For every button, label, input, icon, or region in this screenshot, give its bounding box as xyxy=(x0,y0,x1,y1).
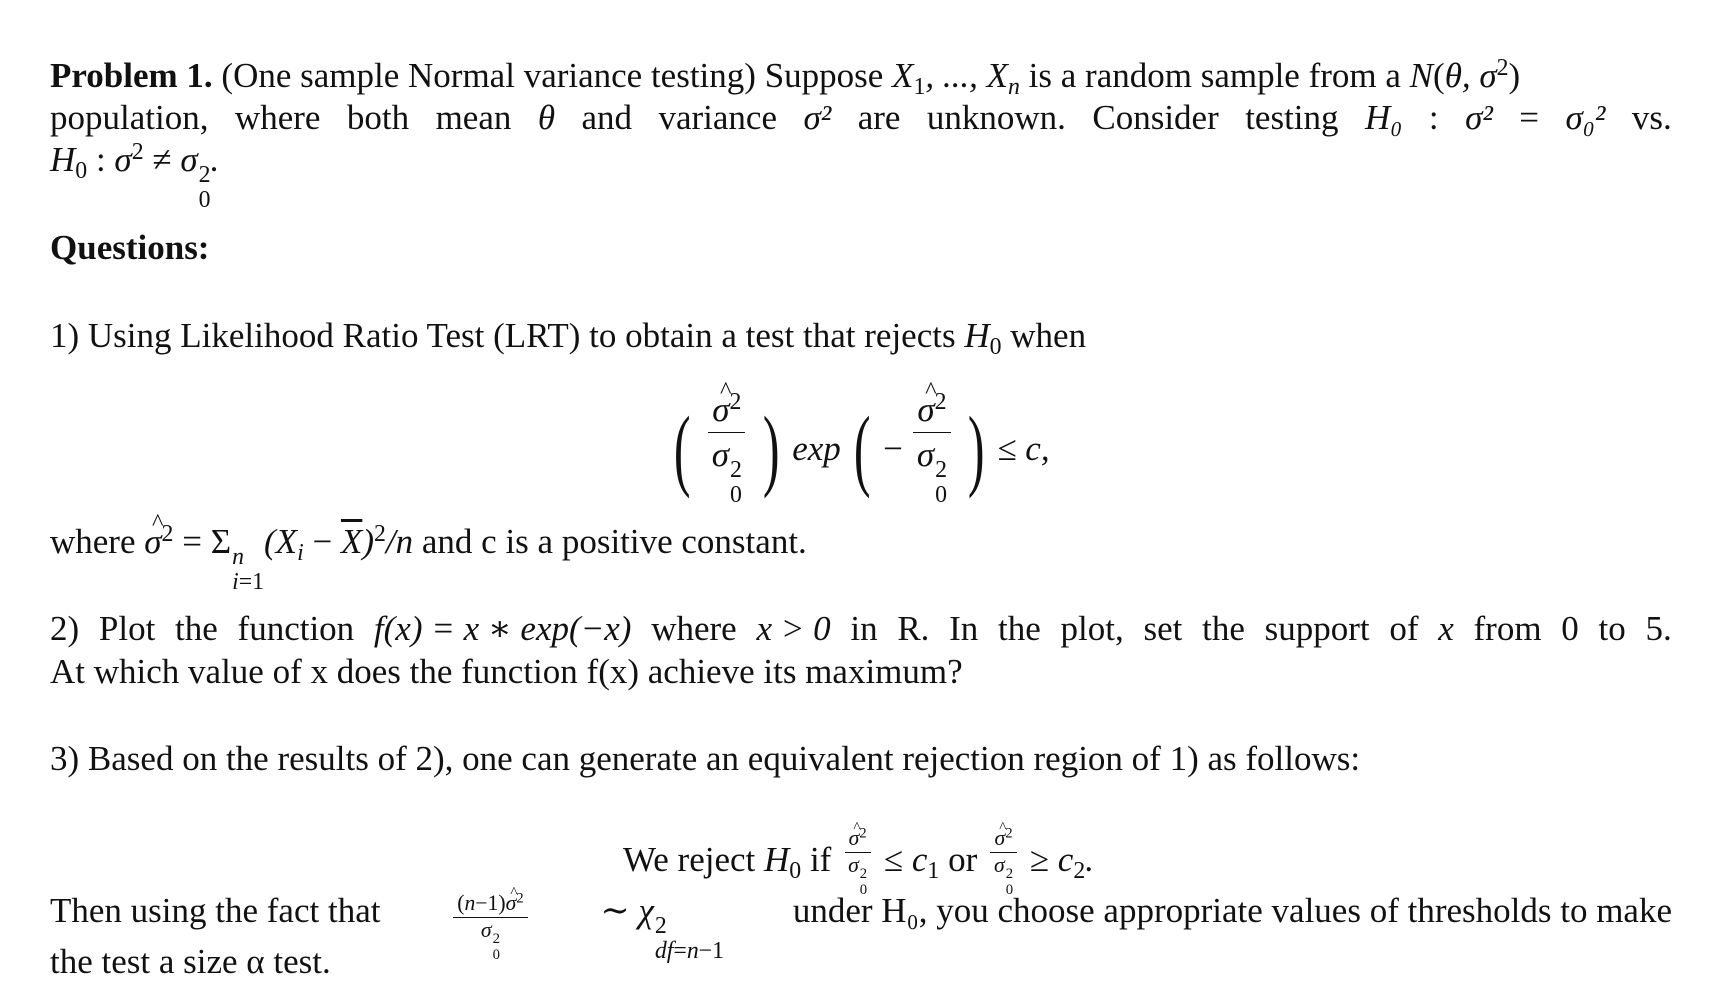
q2-line-1-word: In xyxy=(949,609,979,648)
math-sample: X1, ..., Xn xyxy=(892,56,1020,101)
leq-c: ≤ c, xyxy=(997,428,1050,468)
right-paren: ) xyxy=(762,398,780,500)
question-2-line-2: At which value of x does the function f(… xyxy=(50,654,963,689)
q2-line-1-word: support xyxy=(1264,609,1370,648)
q2-line-1-word: Plot xyxy=(98,609,156,648)
q2-line-1-word: where xyxy=(651,609,737,648)
question-3: 3) Based on the results of 2), one can g… xyxy=(50,741,1360,776)
q2-line-1-word: from xyxy=(1473,609,1542,648)
q2-line-2-text: At which value of x does the function f(… xyxy=(50,652,963,691)
q2-line-1-word: the xyxy=(998,609,1041,648)
where-definition: where σ2 = Σni=1(Xi − X)2/n and c is a p… xyxy=(50,511,807,595)
q2-line-1-word: the xyxy=(1202,609,1245,648)
problem-line-2-word: vs. xyxy=(1631,98,1672,137)
geq-c2: ≥ c2. xyxy=(1029,840,1094,885)
exp-label: exp xyxy=(792,428,841,468)
q3-text: 3) Based on the results of 2), one can g… xyxy=(50,739,1361,778)
problem-statement-line-1: Problem 1. (One sample Normal variance t… xyxy=(50,55,1521,101)
lrt-formula: ( σ2 σ20 ) exp ( − σ2 σ20 ) ≤ c, xyxy=(0,377,1717,508)
problem-line-2-word: Consider xyxy=(1092,98,1219,137)
question-2-line-1: 2) Plot the function f(x) = x ∗ exp(−x) where… xyxy=(50,611,1672,646)
chi-fraction: (n−1)σ2σ20 xyxy=(453,885,528,964)
problem-line-2-word: = xyxy=(1519,98,1540,137)
q2-line-1-word: x xyxy=(1438,609,1454,648)
reject-fraction-2: σ2σ20 xyxy=(990,820,1017,898)
problem-line-2-word: unknown. xyxy=(926,98,1066,137)
q2-line-1-word: function xyxy=(237,609,355,648)
reject-fraction-1: σ2σ20 xyxy=(844,820,871,898)
last-line-text: the test a size α test. xyxy=(50,942,331,981)
q2-line-1-word: of xyxy=(1389,609,1419,648)
problem-statement-line-2: population, where both mean θ and variance σ² ar… xyxy=(50,100,1672,135)
q2-line-1-word: f(x) = x ∗ exp(−x) xyxy=(373,609,632,648)
problem-line-2-word: σ² xyxy=(1465,98,1493,137)
ratio-fraction: σ2 σ20 xyxy=(708,377,746,508)
ratio-fraction-2: σ2 σ20 xyxy=(913,377,951,508)
q2-line-1-word: 5. xyxy=(1645,609,1672,648)
then-after: under H₀, you choose appropriate values … xyxy=(792,891,1672,930)
problem-line-2-word: variance xyxy=(658,98,778,137)
where-tail: and c is a positive constant. xyxy=(413,522,807,561)
q2-line-1-word: x > 0 xyxy=(756,609,831,648)
last-line: the test a size α test. xyxy=(50,944,331,979)
q2-line-1-word: 0 xyxy=(1561,609,1579,648)
problem-line-2-word: and xyxy=(581,98,633,137)
problem-line-2-word: testing xyxy=(1245,98,1339,137)
chi-square: ∼ χ 2 df=n−1 xyxy=(600,891,725,964)
alt-hypothesis: H0 : σ2 ≠ σ20. xyxy=(50,139,220,213)
math-normal-dist: N(θ, σ2) xyxy=(1409,55,1521,95)
questions-heading-text: Questions: xyxy=(50,228,210,267)
problem-statement-line-3: H0 : σ2 ≠ σ20. xyxy=(50,139,220,213)
math-h0-2: H0 xyxy=(764,840,802,885)
leq-c1: ≤ c1 xyxy=(883,840,940,885)
q2-line-1-word: to xyxy=(1598,609,1626,648)
problem-line-2-word: H₀ xyxy=(1364,98,1403,137)
question-1: 1) Using Likelihood Ratio Test (LRT) to … xyxy=(50,316,1087,361)
problem-line-2-word: are xyxy=(857,98,901,137)
reject-we: We reject xyxy=(623,840,764,880)
problem-line-2-word: population, xyxy=(50,98,209,137)
q2-line-1-word: the xyxy=(175,609,218,648)
sigma-hat-def: σ2 = Σni=1(Xi − X)2/n xyxy=(144,511,413,595)
problem-line-2-word: where xyxy=(234,98,321,137)
problem-line-2-word: : xyxy=(1428,98,1439,137)
problem-line-2-word: mean xyxy=(435,98,512,137)
problem-line-2-word: σ₀² xyxy=(1565,98,1606,137)
questions-heading: Questions: xyxy=(50,230,209,265)
q2-line-1-word: in xyxy=(850,609,878,648)
q2-line-1-word: R. xyxy=(897,609,930,648)
problem-line-2-word: both xyxy=(346,98,410,137)
problem-intro-a: (One sample Normal variance testing) Sup… xyxy=(221,56,893,95)
problem-intro-b: is a random sample from a xyxy=(1019,56,1410,95)
minus-sign: − xyxy=(883,428,903,468)
right-paren-2: ) xyxy=(967,398,985,500)
left-paren-2: ( xyxy=(853,398,871,500)
q1-text-tail: when xyxy=(1001,316,1087,355)
problem-line-2-word: θ xyxy=(537,98,556,137)
reject-rule: We reject H0 if σ2σ20 ≤ c1 or σ2σ20 ≥ c2… xyxy=(0,820,1717,898)
where-word: where xyxy=(50,522,145,561)
left-paren: ( xyxy=(674,398,691,500)
problem-line-2-word: σ² xyxy=(803,98,832,137)
math-h0: H0 xyxy=(964,316,1002,361)
q2-line-1-word: plot, xyxy=(1060,609,1124,648)
problem-label: Problem 1. xyxy=(50,56,213,95)
q2-line-1-word: 2) xyxy=(50,609,80,648)
q2-line-1-word: set xyxy=(1143,609,1183,648)
q1-text: 1) Using Likelihood Ratio Test (LRT) to … xyxy=(50,316,965,355)
